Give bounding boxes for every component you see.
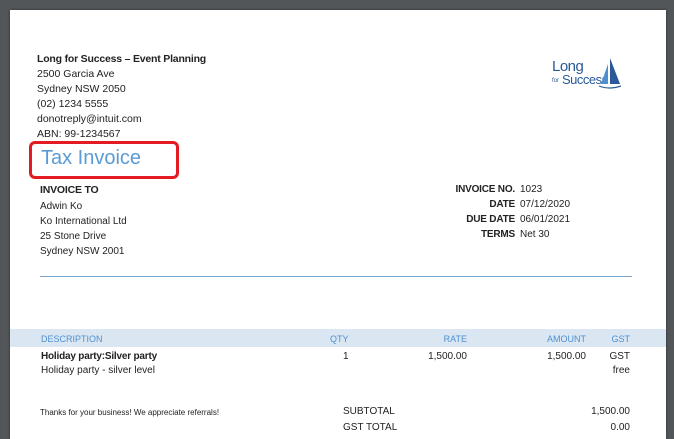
line-item-gst-free: free <box>612 365 630 376</box>
terms-value: Net 30 <box>520 229 550 240</box>
invoice-no-value: 1023 <box>520 184 543 195</box>
thank-you-note: Thanks for your business! We appreciate … <box>40 408 220 417</box>
subtotal-value: 1,500.00 <box>591 406 630 417</box>
company-phone: (02) 1234 5555 <box>37 98 109 110</box>
terms-label: TERMS <box>480 229 515 240</box>
company-address-line1: 2500 Garcia Ave <box>37 68 115 80</box>
customer-company: Ko International Ltd <box>40 216 127 227</box>
line-item-detail: Holiday party - silver level <box>41 365 155 376</box>
company-abn: ABN: 99-1234567 <box>37 128 121 140</box>
company-name: Long for Success – Event Planning <box>37 53 207 65</box>
line-item-name: Holiday party:Silver party <box>41 351 157 362</box>
column-header-rate: RATE <box>443 334 467 344</box>
invoice-to-label: INVOICE TO <box>40 184 99 196</box>
logo-text-for: for <box>552 78 560 84</box>
invoice-no-label: INVOICE NO. <box>455 184 516 195</box>
due-date-value: 06/01/2021 <box>520 214 571 225</box>
line-item-amount: 1,500.00 <box>547 351 586 362</box>
company-email: donotreply@intuit.com <box>37 113 142 125</box>
column-header-description: DESCRIPTION <box>41 334 103 344</box>
section-divider <box>40 276 632 277</box>
title-highlight-box <box>29 141 179 179</box>
table-header: DESCRIPTION QTY RATE AMOUNT GST <box>10 329 666 347</box>
due-date-label: DUE DATE <box>466 214 515 225</box>
date-value: 07/12/2020 <box>520 199 571 210</box>
column-header-qty: QTY <box>330 334 349 344</box>
company-logo: Long for Success <box>550 56 622 98</box>
invoice-page: Long for Success – Event Planning 2500 G… <box>10 10 666 439</box>
customer-name: Adwin Ko <box>40 201 83 212</box>
gst-total-value: 0.00 <box>610 422 630 433</box>
customer-street: 25 Stone Drive <box>40 231 107 242</box>
company-address-line2: Sydney NSW 2050 <box>37 83 126 95</box>
column-header-amount: AMOUNT <box>547 334 586 344</box>
column-header-gst: GST <box>611 334 630 344</box>
line-item-gst: GST <box>609 351 630 362</box>
gst-total-label: GST TOTAL <box>343 422 398 433</box>
customer-city: Sydney NSW 2001 <box>40 246 125 257</box>
subtotal-label: SUBTOTAL <box>343 406 395 417</box>
line-item-qty: 1 <box>343 351 349 362</box>
sailboat-icon <box>598 58 622 89</box>
date-label: DATE <box>489 199 515 210</box>
line-item-rate: 1,500.00 <box>428 351 467 362</box>
